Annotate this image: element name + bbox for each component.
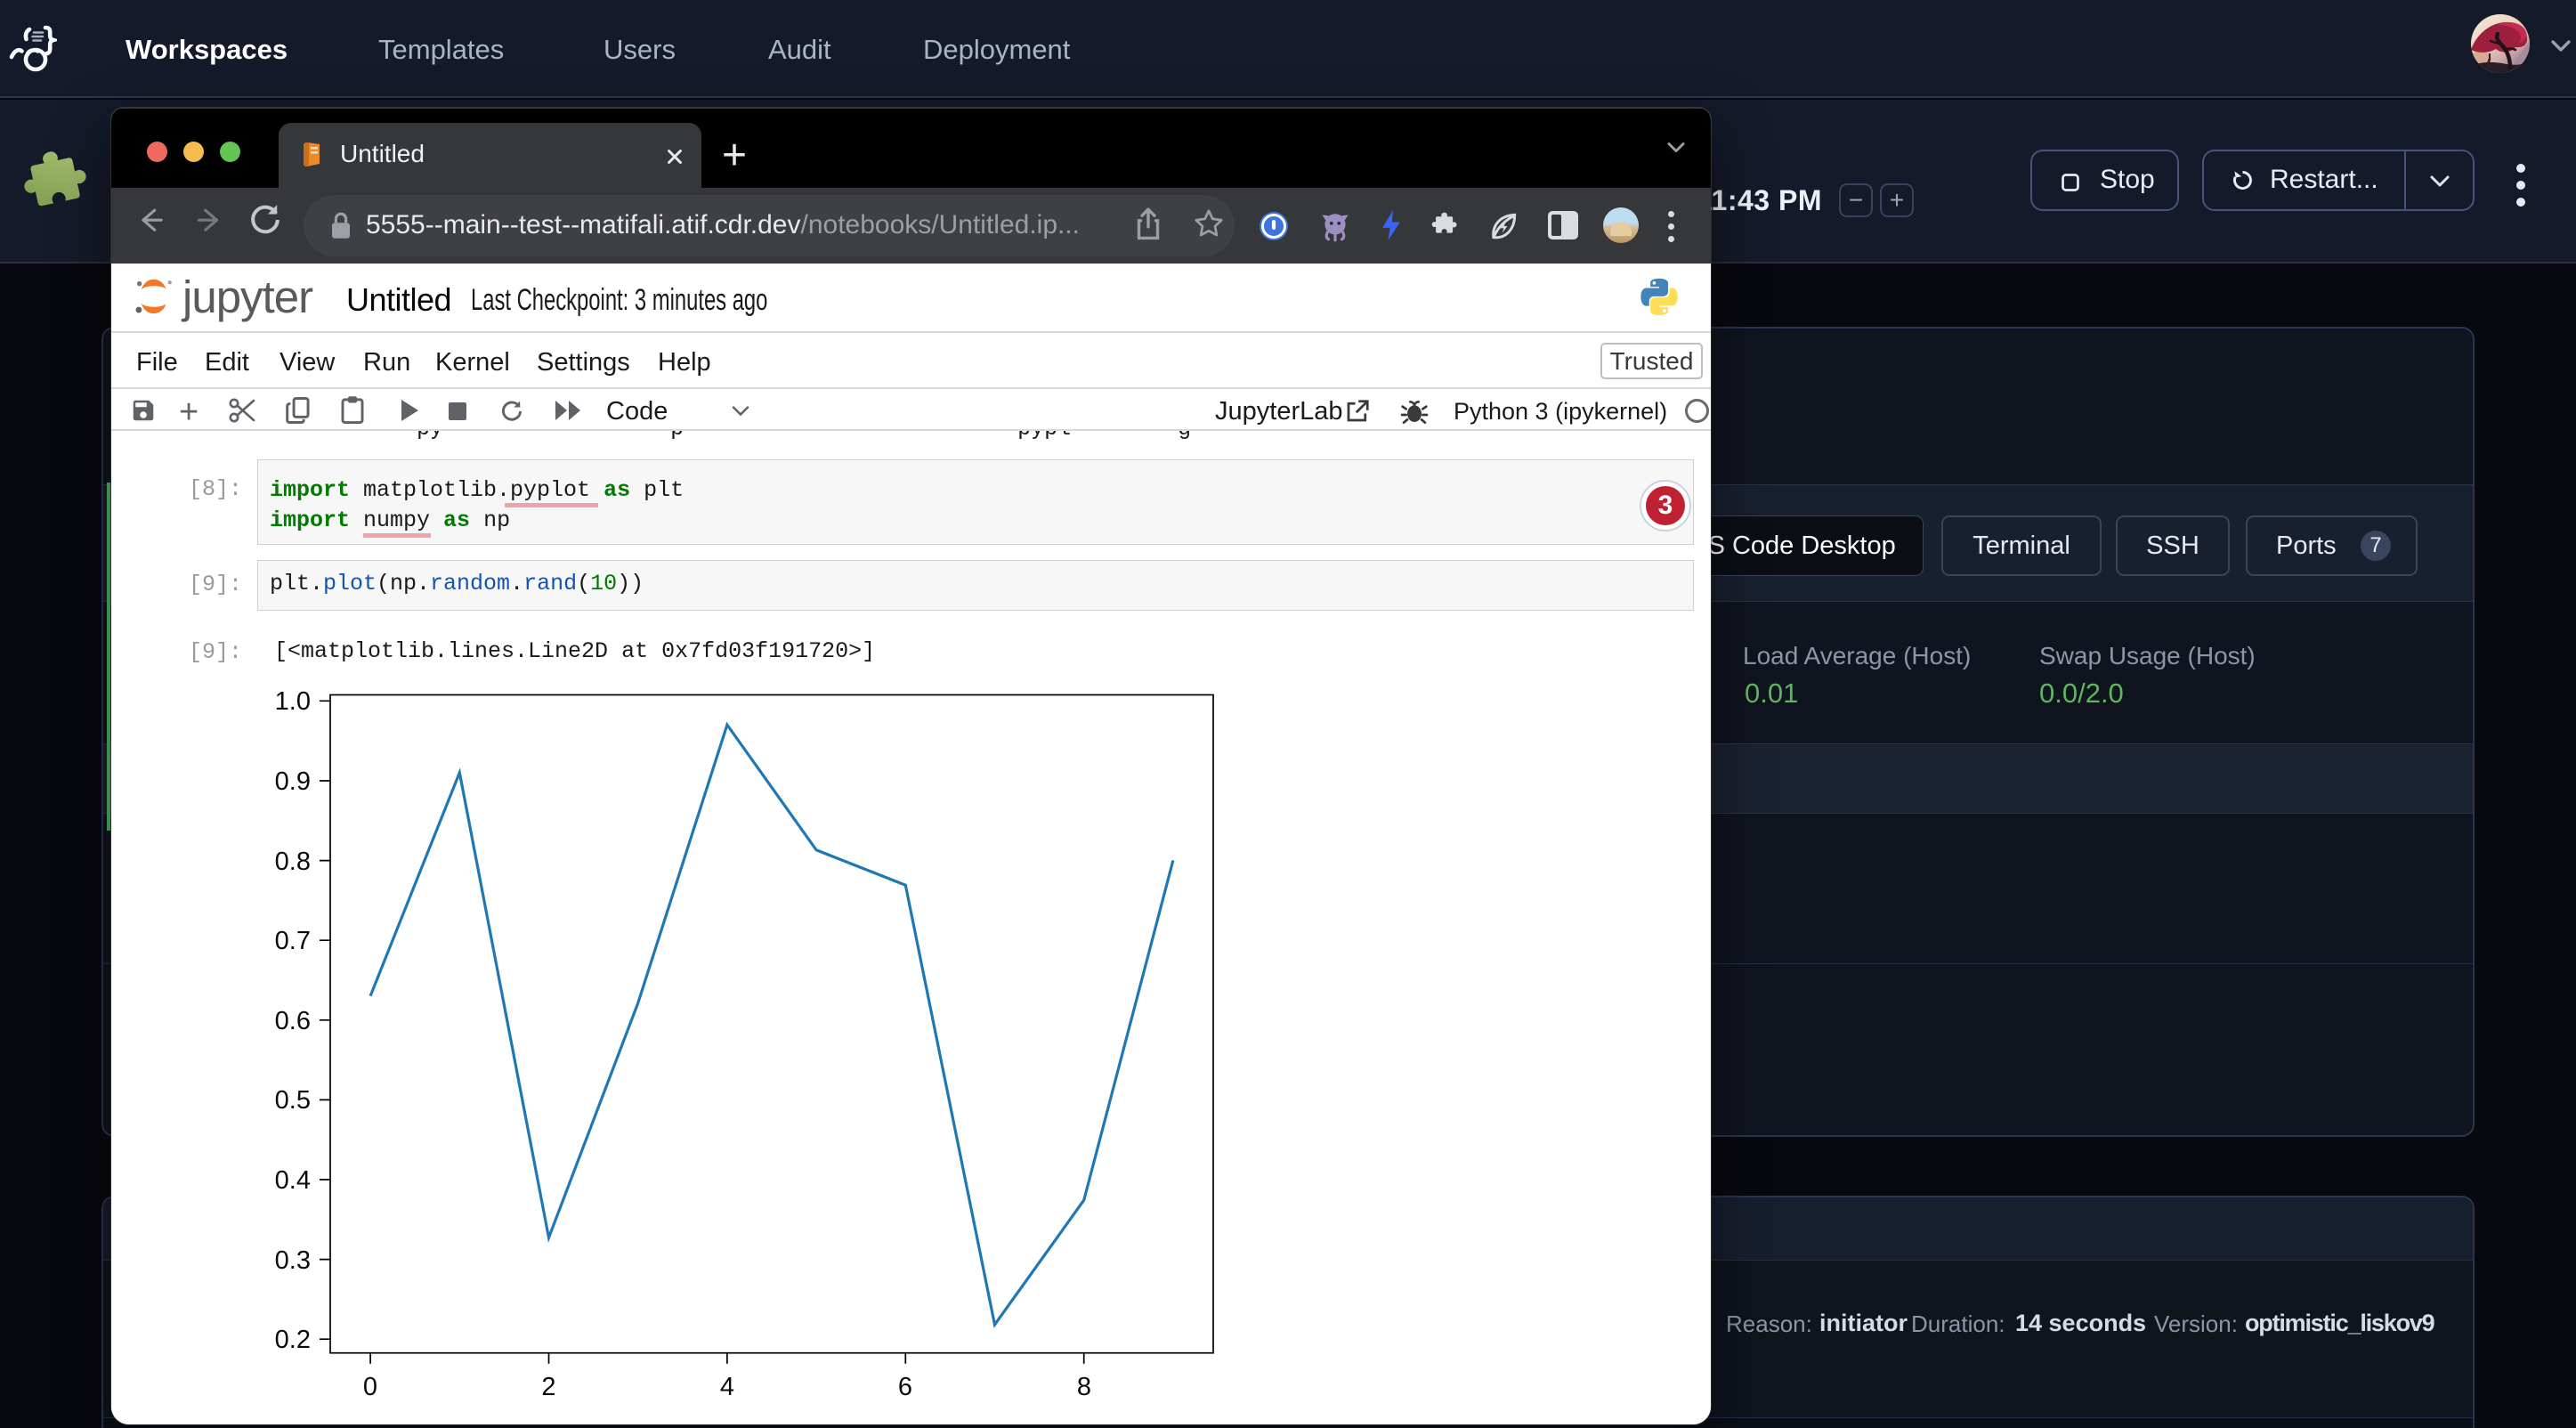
- svg-text:2: 2: [541, 1373, 555, 1401]
- svg-text:0.4: 0.4: [275, 1166, 311, 1195]
- svg-text:0: 0: [363, 1373, 377, 1401]
- svg-text:0.9: 0.9: [275, 767, 311, 796]
- svg-text:1.0: 1.0: [275, 687, 311, 716]
- svg-text:0.2: 0.2: [275, 1326, 311, 1354]
- svg-text:0.8: 0.8: [275, 848, 311, 876]
- svg-text:8: 8: [1077, 1373, 1091, 1401]
- svg-text:0.7: 0.7: [275, 927, 311, 955]
- svg-text:6: 6: [898, 1373, 912, 1401]
- svg-text:0.5: 0.5: [275, 1086, 311, 1115]
- svg-text:0.3: 0.3: [275, 1246, 311, 1275]
- svg-text:4: 4: [720, 1373, 734, 1401]
- svg-text:0.6: 0.6: [275, 1007, 311, 1035]
